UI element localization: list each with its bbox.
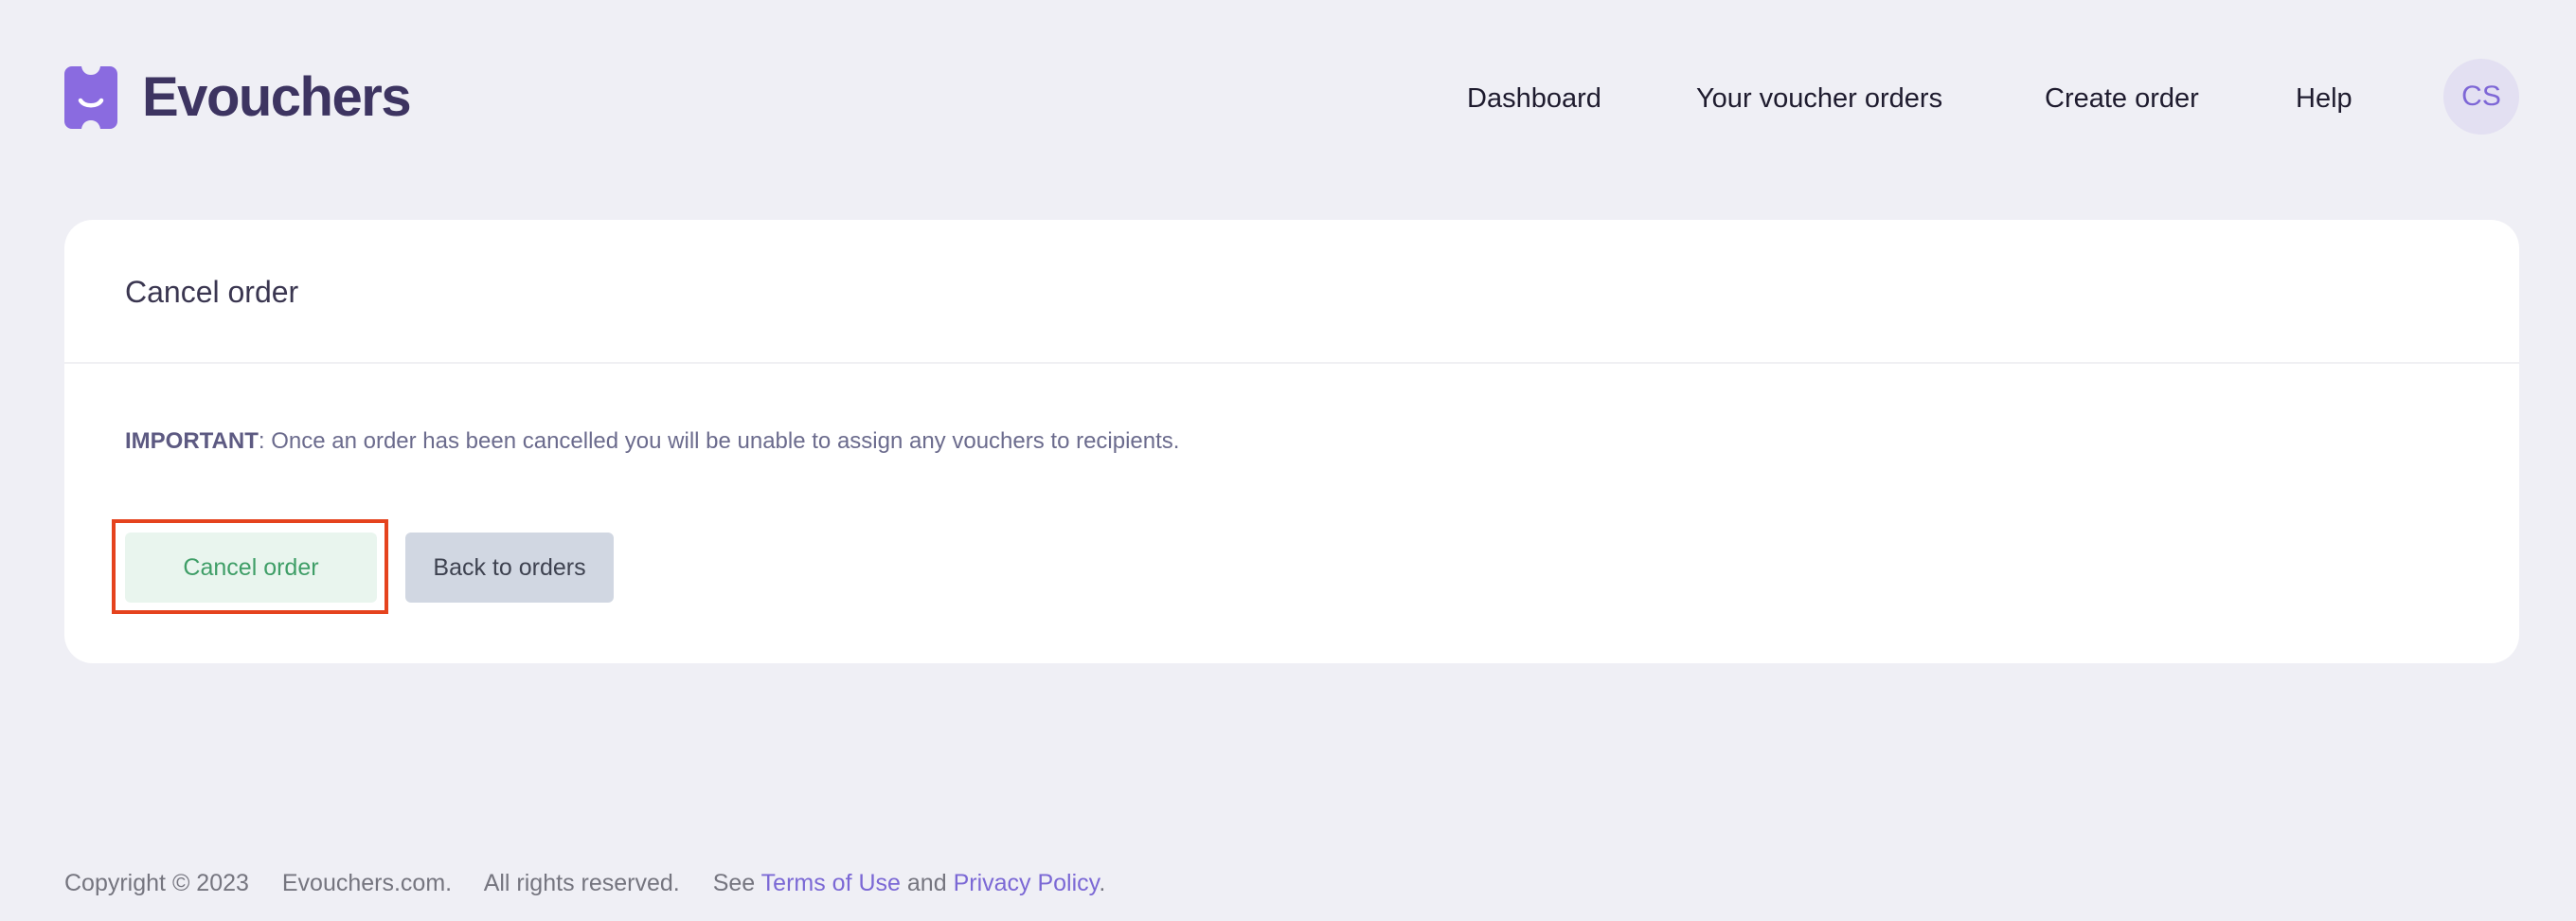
footer-copyright: Copyright © 2023 [64,870,249,896]
back-to-orders-button[interactable]: Back to orders [405,533,614,603]
nav-create-order[interactable]: Create order [2045,68,2199,129]
card-title: Cancel order [125,275,299,309]
notice-label: IMPORTANT [125,428,259,454]
cancel-order-card: Cancel order IMPORTANT: Once an order ha… [64,220,2519,663]
top-header: Evouchers Dashboard Your voucher orders … [0,0,2576,199]
user-avatar[interactable]: CS [2443,59,2519,135]
notice-text: : Once an order has been cancelled you w… [258,428,1180,454]
footer-period: . [1099,870,1106,896]
nav-dashboard[interactable]: Dashboard [1467,68,1601,129]
footer-see: See [712,870,761,896]
footer-rights: All rights reserved. [483,870,680,896]
page-footer: Copyright © 2023 Evouchers.com. All righ… [64,864,1105,902]
nav-help[interactable]: Help [2296,68,2352,129]
footer-and: and [906,870,954,896]
cancel-order-button[interactable]: Cancel order [125,533,377,603]
important-notice: IMPORTANT: Once an order has been cancel… [125,426,1179,457]
card-divider [64,362,2519,364]
terms-of-use-link[interactable]: Terms of Use [761,870,901,896]
main-nav: Dashboard Your voucher orders Create ord… [0,68,2576,129]
nav-voucher-orders[interactable]: Your voucher orders [1696,68,1942,129]
footer-domain: Evouchers.com. [281,870,453,896]
privacy-policy-link[interactable]: Privacy Policy [954,870,1100,896]
